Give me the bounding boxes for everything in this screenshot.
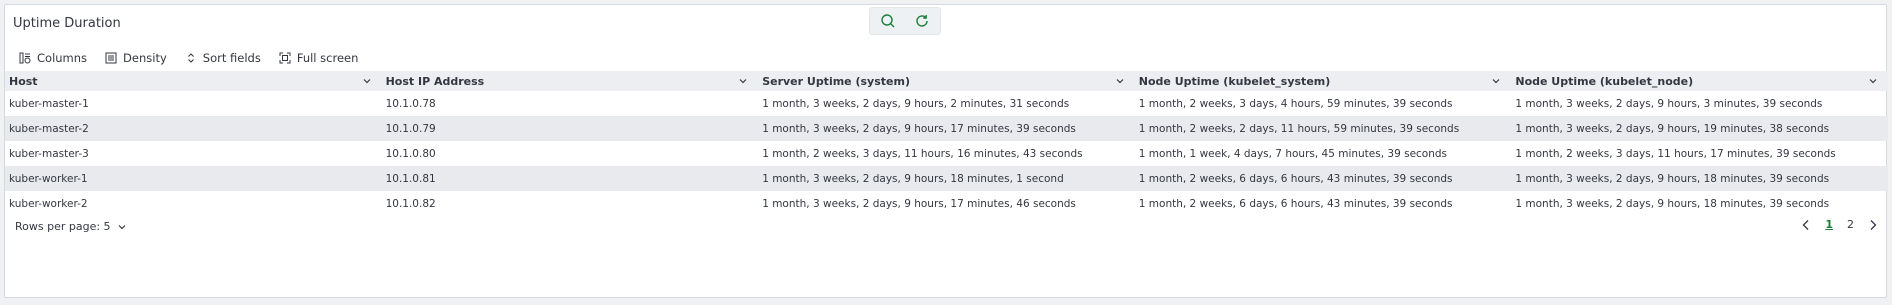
column-header-node-uptime-node[interactable]: Node Uptime (kubelet_node) [1511, 71, 1888, 91]
uptime-duration-panel: Uptime Duration Columns Density Sort fie… [4, 4, 1888, 298]
cell-server-uptime[interactable]: 1 month, 3 weeks, 2 days, 9 hours, 2 min… [758, 98, 1135, 110]
cell-node-uptime-node[interactable]: 1 month, 3 weeks, 2 days, 9 hours, 18 mi… [1511, 173, 1888, 185]
column-header-label: Node Uptime (kubelet_node) [1515, 74, 1694, 88]
columns-button[interactable]: Columns [19, 51, 87, 65]
cell-server-uptime[interactable]: 1 month, 3 weeks, 2 days, 9 hours, 17 mi… [758, 198, 1135, 210]
cell-node-uptime-system[interactable]: 1 month, 2 weeks, 2 days, 11 hours, 59 m… [1135, 123, 1512, 135]
columns-icon [19, 52, 31, 64]
cell-node-uptime-system[interactable]: 1 month, 2 weeks, 3 days, 4 hours, 59 mi… [1135, 98, 1512, 110]
panel-title: Uptime Duration [13, 16, 121, 31]
table-row: kuber-master-3 10.1.0.80 1 month, 2 week… [5, 141, 1888, 166]
cell-host-ip[interactable]: 10.1.0.82 [382, 198, 759, 210]
cell-host[interactable]: kuber-worker-2 [5, 198, 382, 210]
column-header-label: Node Uptime (kubelet_system) [1138, 74, 1331, 88]
cell-server-uptime[interactable]: 1 month, 3 weeks, 2 days, 9 hours, 17 mi… [758, 123, 1135, 135]
page-button-1[interactable]: 1 [1825, 218, 1833, 231]
cell-host[interactable]: kuber-master-2 [5, 123, 382, 135]
cell-host-ip[interactable]: 10.1.0.79 [382, 123, 759, 135]
rows-per-page-label: Rows per page: 5 [15, 220, 111, 233]
chevron-right-icon[interactable] [1868, 219, 1878, 231]
sort-fields-button[interactable]: Sort fields [185, 51, 261, 65]
chevron-down-icon[interactable] [738, 76, 748, 86]
refresh-icon[interactable] [914, 13, 930, 29]
chevron-left-icon[interactable] [1801, 219, 1811, 231]
columns-label: Columns [37, 51, 88, 65]
chevron-down-icon[interactable] [362, 76, 372, 86]
cell-host-ip[interactable]: 10.1.0.81 [382, 173, 759, 185]
cell-host-ip[interactable]: 10.1.0.80 [382, 148, 759, 160]
sort-icon [187, 53, 194, 63]
density-label: Density [123, 51, 167, 65]
zoom-icon[interactable] [880, 13, 896, 29]
cell-server-uptime[interactable]: 1 month, 2 weeks, 3 days, 11 hours, 16 m… [758, 148, 1135, 160]
column-header-host[interactable]: Host [5, 71, 382, 91]
chevron-down-icon[interactable] [1115, 76, 1125, 86]
grid-toolbar: Columns Density Sort fields Full screen [19, 50, 358, 66]
table-row: kuber-worker-2 10.1.0.82 1 month, 3 week… [5, 191, 1888, 216]
column-header-label: Host [9, 74, 38, 88]
column-header-node-uptime-system[interactable]: Node Uptime (kubelet_system) [1135, 71, 1512, 91]
pagination: 1 2 [1801, 218, 1878, 231]
sort-fields-label: Sort fields [202, 51, 261, 65]
column-header-host-ip[interactable]: Host IP Address [382, 71, 759, 91]
cell-host-ip[interactable]: 10.1.0.78 [382, 98, 759, 110]
full-screen-button[interactable]: Full screen [279, 51, 359, 65]
cell-node-uptime-system[interactable]: 1 month, 2 weeks, 6 days, 6 hours, 43 mi… [1135, 198, 1512, 210]
density-icon [105, 52, 117, 64]
cell-node-uptime-node[interactable]: 1 month, 3 weeks, 2 days, 9 hours, 18 mi… [1511, 198, 1888, 210]
column-header-label: Host IP Address [385, 74, 485, 88]
chevron-down-icon[interactable] [1491, 76, 1501, 86]
cell-node-uptime-system[interactable]: 1 month, 1 week, 4 days, 7 hours, 45 min… [1135, 148, 1512, 160]
chevron-down-icon [118, 224, 125, 229]
cell-server-uptime[interactable]: 1 month, 3 weeks, 2 days, 9 hours, 18 mi… [758, 173, 1135, 185]
table-row: kuber-worker-1 10.1.0.81 1 month, 3 week… [5, 166, 1888, 191]
full-screen-icon [279, 52, 291, 64]
table-row: kuber-master-2 10.1.0.79 1 month, 3 week… [5, 116, 1888, 141]
cell-node-uptime-system[interactable]: 1 month, 2 weeks, 6 days, 6 hours, 43 mi… [1135, 173, 1512, 185]
cell-node-uptime-node[interactable]: 1 month, 3 weeks, 2 days, 9 hours, 3 min… [1511, 98, 1888, 110]
density-button[interactable]: Density [105, 51, 167, 65]
page-button-2[interactable]: 2 [1847, 218, 1854, 231]
rows-per-page-button[interactable]: Rows per page: 5 [15, 220, 127, 233]
column-header-label: Server Uptime (system) [762, 74, 910, 88]
panel-hover-actions [869, 7, 941, 35]
cell-host[interactable]: kuber-master-3 [5, 148, 382, 160]
cell-node-uptime-node[interactable]: 1 month, 2 weeks, 3 days, 11 hours, 17 m… [1511, 148, 1888, 160]
column-header-server-uptime[interactable]: Server Uptime (system) [758, 71, 1135, 91]
cell-host[interactable]: kuber-master-1 [5, 98, 382, 110]
table-row: kuber-master-1 10.1.0.78 1 month, 3 week… [5, 91, 1888, 116]
grid-header-row: Host Host IP Address Server Uptime (syst… [5, 71, 1888, 91]
cell-host[interactable]: kuber-worker-1 [5, 173, 382, 185]
full-screen-label: Full screen [296, 51, 359, 65]
uptime-data-grid: Host Host IP Address Server Uptime (syst… [5, 71, 1888, 216]
cell-node-uptime-node[interactable]: 1 month, 3 weeks, 2 days, 9 hours, 19 mi… [1511, 123, 1888, 135]
chevron-down-icon[interactable] [1868, 76, 1878, 86]
